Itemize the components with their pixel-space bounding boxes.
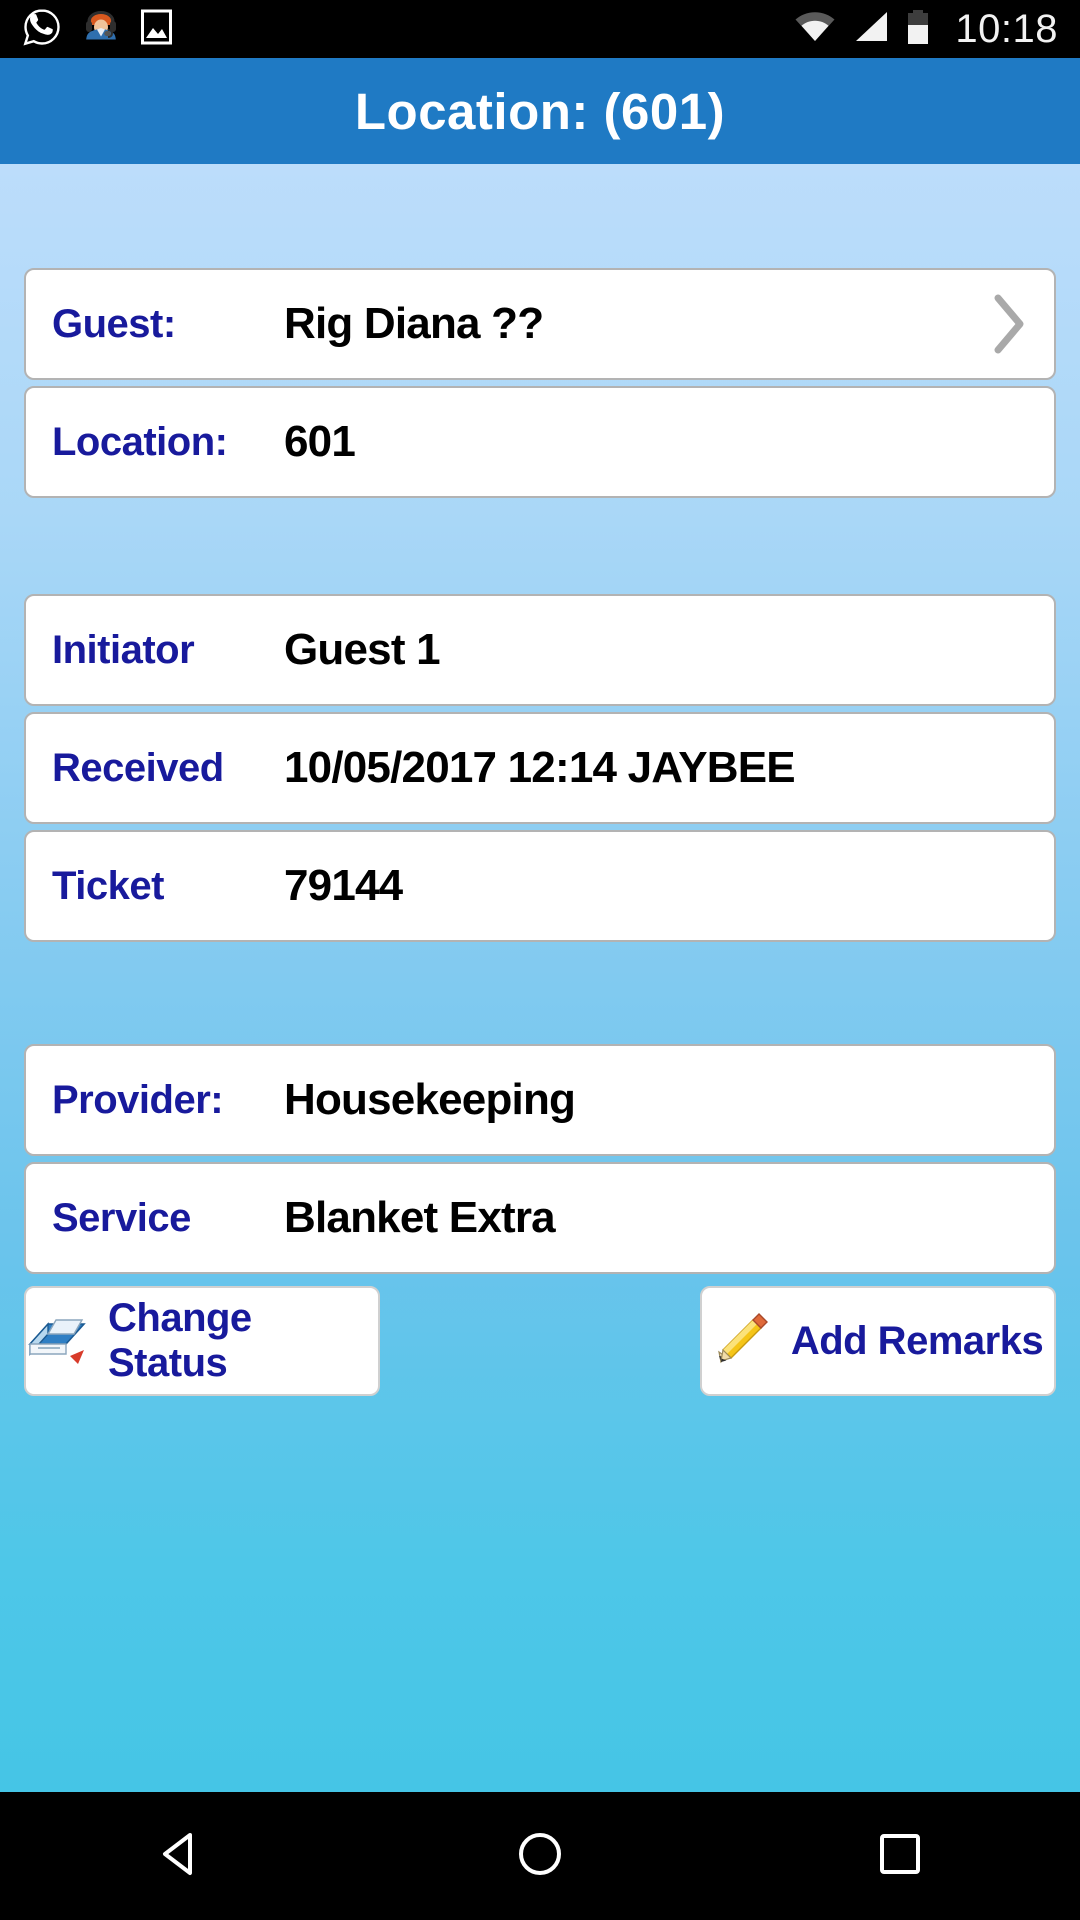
- cellular-signal-icon: [851, 7, 891, 52]
- row-provider[interactable]: Provider: Housekeeping: [24, 1044, 1056, 1156]
- status-bar-notification-icons: [22, 7, 173, 52]
- page-title: Location: (601): [354, 82, 726, 140]
- row-guest[interactable]: Guest: Rig Diana ??: [24, 268, 1056, 380]
- row-label: Guest:: [52, 301, 176, 346]
- support-agent-icon: [82, 7, 120, 52]
- row-ticket[interactable]: Ticket 79144: [24, 830, 1056, 942]
- guest-location-group: Guest: Rig Diana ?? Location: 601: [24, 268, 1056, 498]
- battery-icon: [905, 7, 931, 52]
- row-value: Guest 1: [284, 625, 441, 674]
- row-value: 10/05/2017 12:14 JAYBEE: [284, 743, 796, 792]
- row-value: Blanket Extra: [284, 1193, 556, 1242]
- add-remarks-button[interactable]: Add Remarks: [700, 1286, 1056, 1396]
- detail-content: Guest: Rig Diana ?? Location: 601 Initia…: [0, 164, 1080, 1792]
- home-circle-icon: [513, 1827, 567, 1886]
- back-triangle-icon: [153, 1827, 207, 1886]
- nav-recents-button[interactable]: [810, 1792, 990, 1920]
- service-group: Provider: Housekeeping Service Blanket E…: [24, 1044, 1056, 1274]
- row-service[interactable]: Service Blanket Extra: [24, 1162, 1056, 1274]
- app-bar: Location: (601): [0, 58, 1080, 164]
- nav-back-button[interactable]: [90, 1792, 270, 1920]
- row-label: Location:: [52, 419, 228, 464]
- row-label: Initiator: [52, 627, 195, 672]
- row-received[interactable]: Received 10/05/2017 12:14 JAYBEE: [24, 712, 1056, 824]
- chevron-right-icon[interactable]: [988, 292, 1028, 356]
- phone-screen: 10:18 Location: (601) Guest: Rig Diana ?…: [0, 0, 1080, 1920]
- row-value: Housekeeping: [284, 1075, 576, 1124]
- status-bar: 10:18: [0, 0, 1080, 58]
- row-value: 601: [284, 417, 356, 466]
- action-buttons: Change Status Add Remarks: [24, 1286, 1056, 1396]
- row-label: Ticket: [52, 863, 164, 908]
- status-bar-clock: 10:18: [955, 6, 1058, 51]
- action-button-label: Add Remarks: [790, 1318, 1044, 1363]
- wifi-icon: [793, 7, 837, 52]
- nav-home-button[interactable]: [450, 1792, 630, 1920]
- whatsapp-icon: [22, 7, 62, 52]
- android-navigation-bar: [0, 1792, 1080, 1920]
- row-label: Received: [52, 745, 224, 790]
- row-location[interactable]: Location: 601: [24, 386, 1056, 498]
- row-value: Rig Diana ??: [284, 299, 544, 348]
- action-button-label: Change Status: [108, 1296, 252, 1385]
- change-status-button[interactable]: Change Status: [24, 1286, 380, 1396]
- recents-square-icon: [873, 1827, 927, 1886]
- ticket-info-group: Initiator Guest 1 Received 10/05/2017 12…: [24, 594, 1056, 942]
- pencil-icon: [713, 1310, 771, 1373]
- row-label: Service: [52, 1195, 191, 1240]
- row-initiator[interactable]: Initiator Guest 1: [24, 594, 1056, 706]
- row-value: 79144: [284, 861, 403, 910]
- row-label: Provider:: [52, 1077, 224, 1122]
- gallery-image-icon: [140, 7, 173, 52]
- status-bar-system-icons: 10:18: [793, 7, 1058, 52]
- change-status-icon: [26, 1310, 88, 1373]
